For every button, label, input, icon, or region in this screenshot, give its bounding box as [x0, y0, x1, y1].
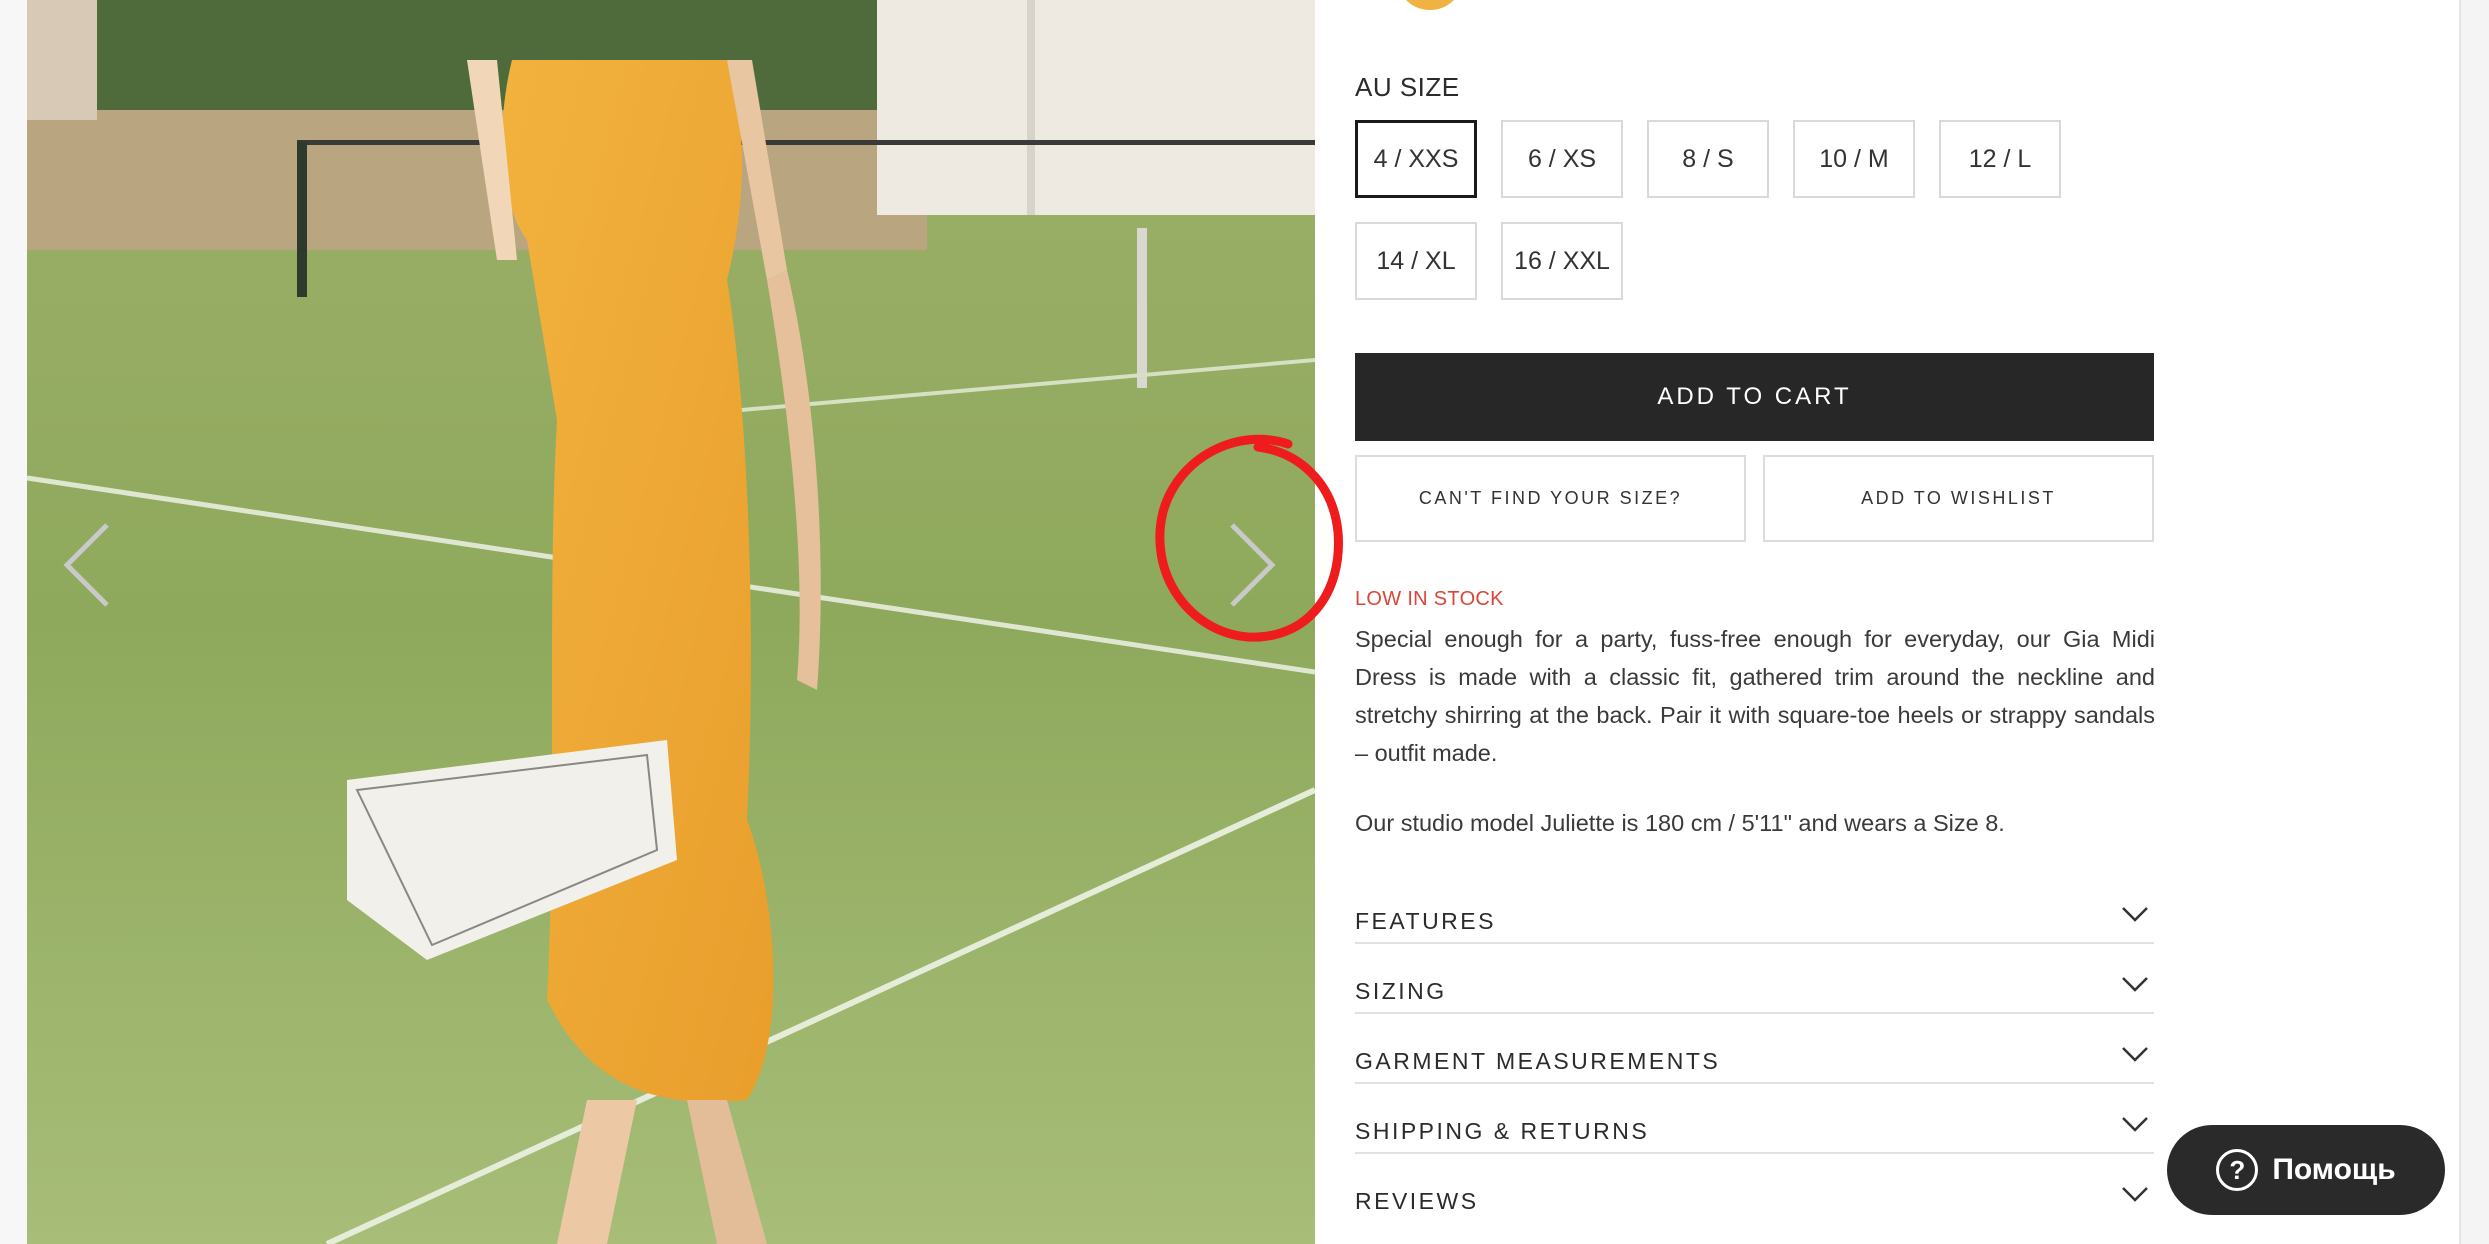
accordion-reviews[interactable]: REVIEWS — [1355, 1154, 2154, 1224]
chevron-down-icon — [2122, 907, 2148, 922]
accordion-shipping-returns-title: SHIPPING & RETURNS — [1355, 1118, 1650, 1144]
size-label: AU SIZE — [1355, 72, 1460, 102]
accordion-features-title: FEATURES — [1355, 908, 1496, 934]
accordion-garment-measurements-title: GARMENT MEASUREMENTS — [1355, 1048, 1721, 1074]
size-options: 4 / XXS 6 / XS 8 / S 10 / M 12 / L 14 / … — [1355, 120, 2115, 300]
accordion-shipping-returns[interactable]: SHIPPING & RETURNS — [1355, 1084, 2154, 1154]
size-option-4-xxs[interactable]: 4 / XXS — [1355, 120, 1477, 198]
help-button-label: Помощь — [2272, 1153, 2396, 1186]
accordion-reviews-title: REVIEWS — [1355, 1188, 1479, 1214]
accordion-garment-measurements[interactable]: GARMENT MEASUREMENTS — [1355, 1014, 2154, 1084]
add-to-wishlist-button[interactable]: ADD TO WISHLIST — [1763, 455, 2154, 542]
size-option-10-m[interactable]: 10 / M — [1793, 120, 1915, 198]
product-image-gallery — [27, 0, 1315, 1244]
question-mark-icon: ? — [2216, 1149, 2259, 1191]
size-option-8-s[interactable]: 8 / S — [1647, 120, 1769, 198]
size-option-6-xs[interactable]: 6 / XS — [1501, 120, 1623, 198]
chevron-down-icon — [2122, 1047, 2148, 1062]
size-option-12-l[interactable]: 12 / L — [1939, 120, 2061, 198]
chevron-down-icon — [2122, 977, 2148, 992]
add-to-cart-button[interactable]: ADD TO CART — [1355, 353, 2154, 441]
chevron-down-icon — [2122, 1117, 2148, 1132]
product-photo — [27, 0, 1315, 1244]
chevron-right-icon — [1230, 523, 1276, 607]
chevron-down-icon — [2122, 1187, 2148, 1202]
product-description: Special enough for a party, fuss-free en… — [1355, 626, 2155, 766]
page-right-gutter — [2459, 0, 2489, 1244]
product-details-panel: AU SIZE 4 / XXS 6 / XS 8 / S 10 / M 12 /… — [1355, 0, 2155, 1244]
help-chat-button[interactable]: ? Помощь — [2167, 1125, 2445, 1215]
prev-image-arrow[interactable] — [47, 515, 127, 615]
accordion-sizing-title: SIZING — [1355, 978, 1447, 1004]
model-size-note: Our studio model Juliette is 180 cm / 5'… — [1355, 810, 2005, 836]
stock-status: LOW IN STOCK — [1355, 588, 1504, 610]
page-left-gutter — [0, 0, 27, 1244]
accordion-sizing[interactable]: SIZING — [1355, 944, 2154, 1014]
cant-find-size-button[interactable]: CAN'T FIND YOUR SIZE? — [1355, 455, 1746, 542]
accordion-features[interactable]: FEATURES — [1355, 874, 2154, 944]
chevron-left-icon — [63, 523, 109, 607]
size-option-16-xxl[interactable]: 16 / XXL — [1501, 222, 1623, 300]
color-swatch[interactable] — [1395, 0, 1465, 12]
next-image-arrow[interactable] — [1212, 515, 1292, 615]
size-option-14-xl[interactable]: 14 / XL — [1355, 222, 1477, 300]
